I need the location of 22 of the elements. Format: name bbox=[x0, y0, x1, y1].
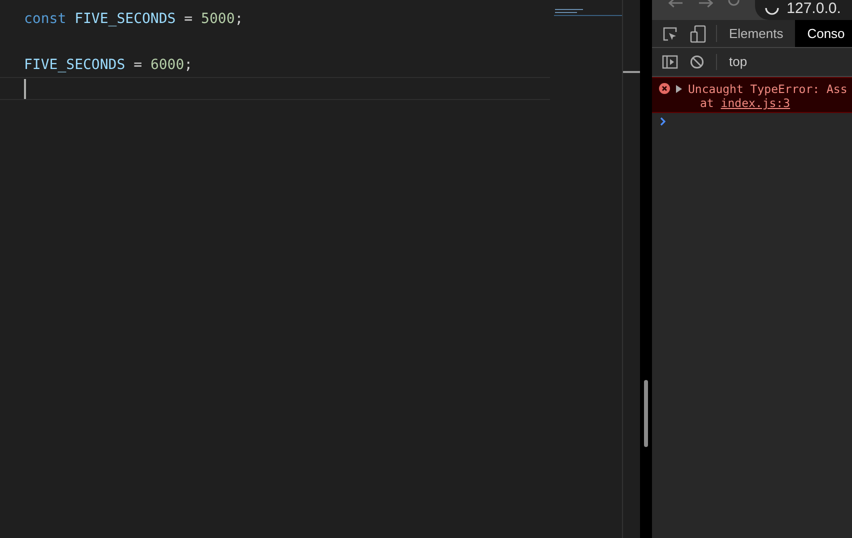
context-selector[interactable]: top bbox=[729, 52, 748, 72]
error-text: Uncaught TypeError: Ass bbox=[688, 82, 848, 96]
address-bar[interactable]: 127.0.0. bbox=[754, 0, 852, 20]
clear-console-icon[interactable] bbox=[690, 55, 704, 69]
overview-ruler-mark bbox=[623, 71, 640, 73]
prompt-chevron-icon bbox=[660, 117, 666, 126]
devtools-tab[interactable]: Conso bbox=[795, 20, 852, 47]
forward-arrow-icon[interactable] bbox=[698, 0, 714, 8]
source-link[interactable]: index.js:3 bbox=[720, 96, 790, 110]
code-line: FIVE_SECONDS = 6000; bbox=[24, 56, 193, 75]
minimap-drawing bbox=[554, 8, 622, 18]
scrollbar-thumb[interactable] bbox=[644, 380, 648, 447]
back-arrow-icon[interactable] bbox=[668, 0, 684, 8]
sidebar-toggle-icon[interactable] bbox=[662, 55, 678, 69]
device-toolbar-icon[interactable] bbox=[690, 24, 706, 42]
expand-triangle-icon[interactable] bbox=[676, 85, 682, 93]
text-cursor bbox=[24, 78, 26, 98]
inspect-element-icon[interactable] bbox=[662, 26, 678, 42]
stack-frame-prefix: at bbox=[700, 96, 714, 110]
code-line: const FIVE_SECONDS = 5000; bbox=[24, 10, 244, 29]
devtools-tab[interactable]: Elements bbox=[717, 20, 796, 47]
error-icon bbox=[659, 83, 670, 94]
